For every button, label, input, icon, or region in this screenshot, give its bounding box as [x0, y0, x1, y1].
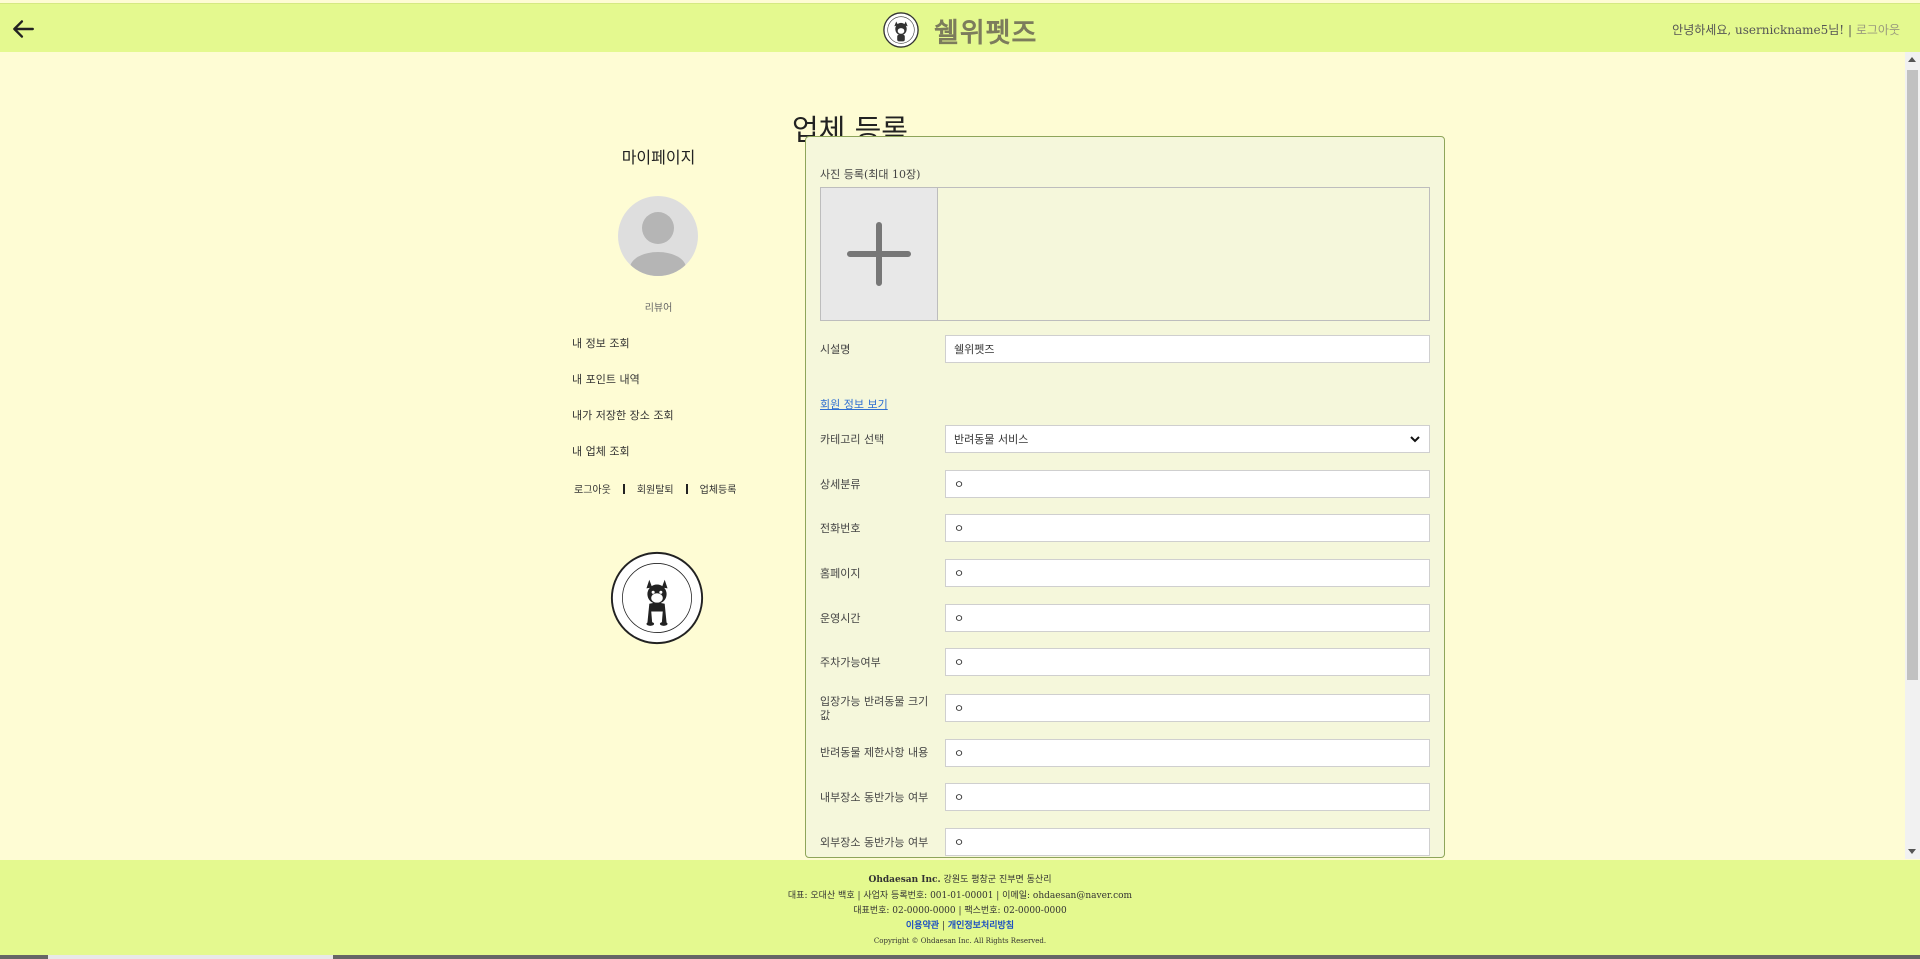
footer-company: Ohdaesan Inc.: [868, 875, 941, 885]
scroll-thumb[interactable]: [1907, 70, 1918, 680]
phone-value: ㅇ: [954, 522, 965, 535]
hours-value: ㅇ: [954, 612, 965, 625]
indoor-input[interactable]: ㅇ: [945, 783, 1430, 811]
field-label-hours: 운영시간: [820, 612, 861, 625]
field-label-outdoor: 외부장소 동반가능 여부: [820, 836, 929, 849]
privacy-policy-link[interactable]: 개인정보처리방침: [948, 921, 1014, 931]
hours-input[interactable]: ㅇ: [945, 604, 1430, 632]
taskbar-tab[interactable]: [48, 955, 333, 959]
menu-my-points[interactable]: 내 포인트 내역: [572, 371, 640, 387]
field-label-indoor: 내부장소 동반가능 여부: [820, 791, 929, 804]
withdraw-link[interactable]: 회원탈퇴: [637, 481, 674, 496]
avatar: [618, 196, 698, 276]
user-greeting: 안녕하세요, usernickname5님! | 로그아웃: [1672, 21, 1900, 38]
facility-name-label: 시설명: [820, 343, 851, 356]
category-label: 카테고리 선택: [820, 433, 885, 446]
homepage-value: ㅇ: [954, 567, 965, 580]
divider: [685, 483, 688, 494]
footer-contact-info: 대표번호: 02-0000-0000 | 팩스번호: 02-0000-0000: [853, 906, 1067, 916]
indoor-value: ㅇ: [954, 791, 965, 804]
detail-category-value: ㅇ: [954, 478, 965, 491]
category-select[interactable]: 반려동물 서비스: [945, 425, 1430, 453]
pet-restrictions-value: ㅇ: [954, 747, 965, 760]
chevron-down-icon: [1410, 436, 1420, 443]
category-value: 반려동물 서비스: [954, 433, 1029, 446]
greeting-text: 안녕하세요, usernickname5님! |: [1672, 23, 1852, 37]
shall-we-pets-emblem-icon: [610, 551, 704, 645]
terms-link[interactable]: 이용약관: [906, 921, 939, 931]
pet-restrictions-input[interactable]: ㅇ: [945, 739, 1430, 767]
scroll-down-arrow-icon[interactable]: [1908, 849, 1916, 854]
divider: [622, 483, 625, 494]
footer-link-separator: |: [941, 921, 945, 931]
sidebar-sub-links: 로그아웃 회원탈퇴 업체등록: [574, 481, 736, 496]
field-label-homepage: 홈페이지: [820, 567, 861, 580]
detail-category-input[interactable]: ㅇ: [945, 470, 1430, 498]
header-logout-link[interactable]: 로그아웃: [1856, 23, 1900, 37]
footer-company-line: Ohdaesan Inc. 강원도 평창군 진부면 동산리: [0, 872, 1920, 885]
brand[interactable]: 쉘위펫즈: [882, 10, 1037, 50]
photo-upload-area: [820, 187, 1430, 321]
phone-input[interactable]: ㅇ: [945, 514, 1430, 542]
pet-size-value: ㅇ: [954, 702, 965, 715]
field-label-phone: 전화번호: [820, 522, 861, 535]
parking-input[interactable]: ㅇ: [945, 648, 1430, 676]
facility-name-value: 쉘위펫즈: [954, 343, 995, 356]
sidebar-title: 마이페이지: [621, 148, 696, 167]
menu-saved-places[interactable]: 내가 저장한 장소 조회: [572, 407, 674, 423]
facility-name-input[interactable]: 쉘위펫즈: [945, 335, 1430, 363]
footer-business-info: 대표: 오대산 백호 | 사업자 등록번호: 001-01-00001 | 이메…: [787, 891, 1133, 901]
menu-my-info[interactable]: 내 정보 조회: [572, 335, 630, 351]
bottom-taskbar-strip: [0, 955, 1920, 959]
field-label-parking: 주차가능여부: [820, 656, 881, 669]
footer-copyright: Copyright © Ohdaesan Inc. All Rights Res…: [873, 937, 1047, 945]
plus-icon: [847, 222, 911, 286]
menu-my-businesses[interactable]: 내 업체 조회: [572, 443, 630, 459]
business-registration-form: 사진 등록(최대 10장) 시설명 쉘위펫즈 회원 정보 보기 카테고리 선택 …: [805, 136, 1445, 858]
page-scrollbar[interactable]: [1905, 52, 1920, 859]
user-silhouette-icon: [630, 212, 686, 276]
scroll-up-arrow-icon[interactable]: [1908, 57, 1916, 62]
brand-logo-icon: [883, 12, 919, 48]
footer-links: 이용약관 | 개인정보처리방침: [0, 918, 1920, 931]
top-navigation-bar: 쉘위펫즈 안녕하세요, usernickname5님! | 로그아웃: [0, 3, 1920, 52]
back-arrow-icon[interactable]: [10, 16, 36, 42]
pet-size-input[interactable]: ㅇ: [945, 694, 1430, 722]
photo-upload-label: 사진 등록(최대 10장): [820, 168, 921, 181]
register-business-link[interactable]: 업체등록: [700, 481, 737, 496]
add-photo-button[interactable]: [821, 188, 938, 320]
field-label-pet-size: 입장가능 반려동물 크기 값: [820, 695, 929, 722]
brand-title: 쉘위펫즈: [934, 17, 1038, 49]
outdoor-input[interactable]: ㅇ: [945, 828, 1430, 856]
field-label-pet-restrictions: 반려동물 제한사항 내용: [820, 746, 929, 759]
member-info-link[interactable]: 회원 정보 보기: [820, 396, 888, 412]
site-footer: Ohdaesan Inc. 강원도 평창군 진부면 동산리 대표: 오대산 백호…: [0, 860, 1920, 955]
sidebar-logout-link[interactable]: 로그아웃: [574, 481, 611, 496]
field-label-detail-category: 상세분류: [820, 478, 861, 491]
homepage-input[interactable]: ㅇ: [945, 559, 1430, 587]
footer-address: 강원도 평창군 진부면 동산리: [943, 875, 1052, 885]
outdoor-value: ㅇ: [954, 836, 965, 849]
parking-value: ㅇ: [954, 656, 965, 669]
user-role: 리뷰어: [644, 303, 673, 314]
